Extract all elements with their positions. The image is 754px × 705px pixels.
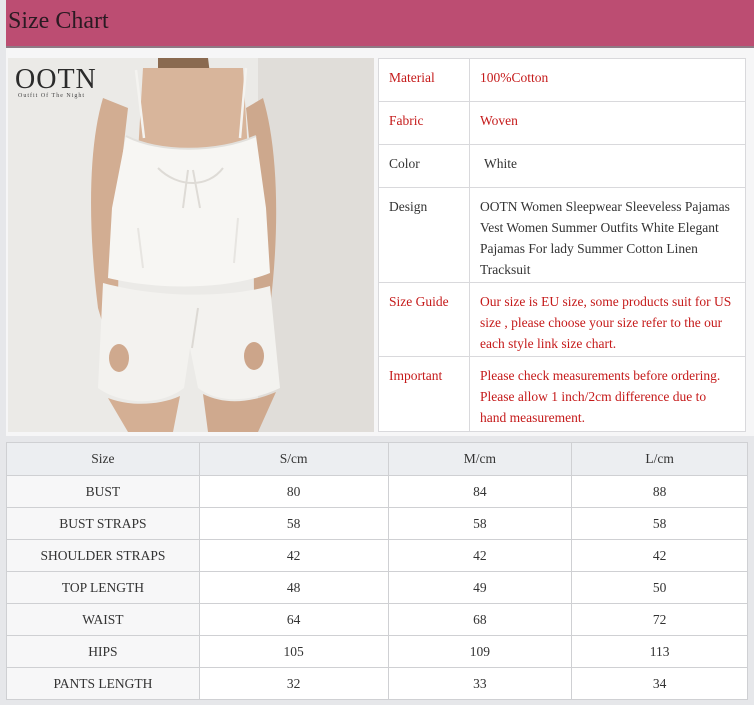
product-photo-illustration — [8, 58, 374, 432]
size-cell: 34 — [571, 667, 748, 700]
size-cell: 68 — [387, 603, 573, 636]
brand-logo: OOTN — [15, 64, 97, 95]
size-table-header: M/cm — [387, 442, 573, 476]
size-table-header: L/cm — [571, 442, 748, 476]
size-cell: 49 — [387, 571, 573, 604]
size-cell: 42 — [571, 539, 748, 572]
product-attributes-table: Material 100%Cotton Fabric Woven Color W… — [378, 58, 746, 432]
attribute-value: 100%Cotton — [469, 58, 746, 102]
size-cell: 105 — [198, 635, 389, 668]
attribute-key: Material — [378, 58, 470, 102]
size-row-label: HIPS — [6, 635, 200, 668]
page-header: Size Chart — [6, 0, 754, 48]
size-cell: 50 — [571, 571, 748, 604]
attribute-key: Color — [378, 144, 470, 188]
attribute-value: OOTN Women Sleepwear Sleeveless Pajamas … — [469, 187, 746, 283]
size-cell: 64 — [198, 603, 389, 636]
attribute-key: Design — [378, 187, 470, 283]
attribute-value: Woven — [469, 101, 746, 145]
attribute-key: Size Guide — [378, 282, 470, 357]
attribute-value: White — [469, 144, 746, 188]
size-cell: 42 — [198, 539, 389, 572]
size-table-header: Size — [6, 442, 200, 476]
size-table-row: BUST STRAPS 58 58 58 — [6, 507, 748, 540]
attribute-row: Material 100%Cotton — [378, 58, 746, 102]
size-cell: 33 — [387, 667, 573, 700]
size-row-label: BUST — [6, 475, 200, 508]
size-table-row: BUST 80 84 88 — [6, 475, 748, 508]
size-table-header-row: Size S/cm M/cm L/cm — [6, 442, 748, 476]
size-cell: 48 — [198, 571, 389, 604]
size-row-label: BUST STRAPS — [6, 507, 200, 540]
attribute-value: Please check measurements before orderin… — [469, 356, 746, 432]
attribute-row: Color White — [378, 144, 746, 188]
attribute-key: Important — [378, 356, 470, 432]
size-cell: 80 — [198, 475, 389, 508]
size-row-label: TOP LENGTH — [6, 571, 200, 604]
brand-logo-tagline: Outfit Of The Night — [18, 93, 86, 99]
size-table-row: HIPS 105 109 113 — [6, 635, 748, 668]
size-cell: 58 — [387, 507, 573, 540]
size-cell: 72 — [571, 603, 748, 636]
size-row-label: PANTS LENGTH — [6, 667, 200, 700]
size-table: Size S/cm M/cm L/cm BUST 80 84 88 BUST S… — [6, 442, 748, 700]
size-cell: 58 — [571, 507, 748, 540]
attribute-row: Design OOTN Women Sleepwear Sleeveless P… — [378, 187, 746, 283]
size-table-row: TOP LENGTH 48 49 50 — [6, 571, 748, 604]
size-cell: 88 — [571, 475, 748, 508]
size-row-label: WAIST — [6, 603, 200, 636]
size-cell: 32 — [198, 667, 389, 700]
product-photo: OOTN Outfit Of The Night — [8, 58, 374, 432]
attribute-value: Our size is EU size, some products suit … — [469, 282, 746, 357]
size-table-header: S/cm — [198, 442, 389, 476]
attribute-row: Size Guide Our size is EU size, some pro… — [378, 282, 746, 357]
size-cell: 58 — [198, 507, 389, 540]
attribute-row: Fabric Woven — [378, 101, 746, 145]
size-table-row: SHOULDER STRAPS 42 42 42 — [6, 539, 748, 572]
size-cell: 42 — [387, 539, 573, 572]
page-title: Size Chart — [8, 8, 109, 34]
attribute-key: Fabric — [378, 101, 470, 145]
size-table-row: WAIST 64 68 72 — [6, 603, 748, 636]
attribute-row: Important Please check measurements befo… — [378, 356, 746, 432]
size-cell: 109 — [387, 635, 573, 668]
size-row-label: SHOULDER STRAPS — [6, 539, 200, 572]
size-table-row: PANTS LENGTH 32 33 34 — [6, 667, 748, 700]
size-cell: 84 — [387, 475, 573, 508]
size-cell: 113 — [571, 635, 748, 668]
